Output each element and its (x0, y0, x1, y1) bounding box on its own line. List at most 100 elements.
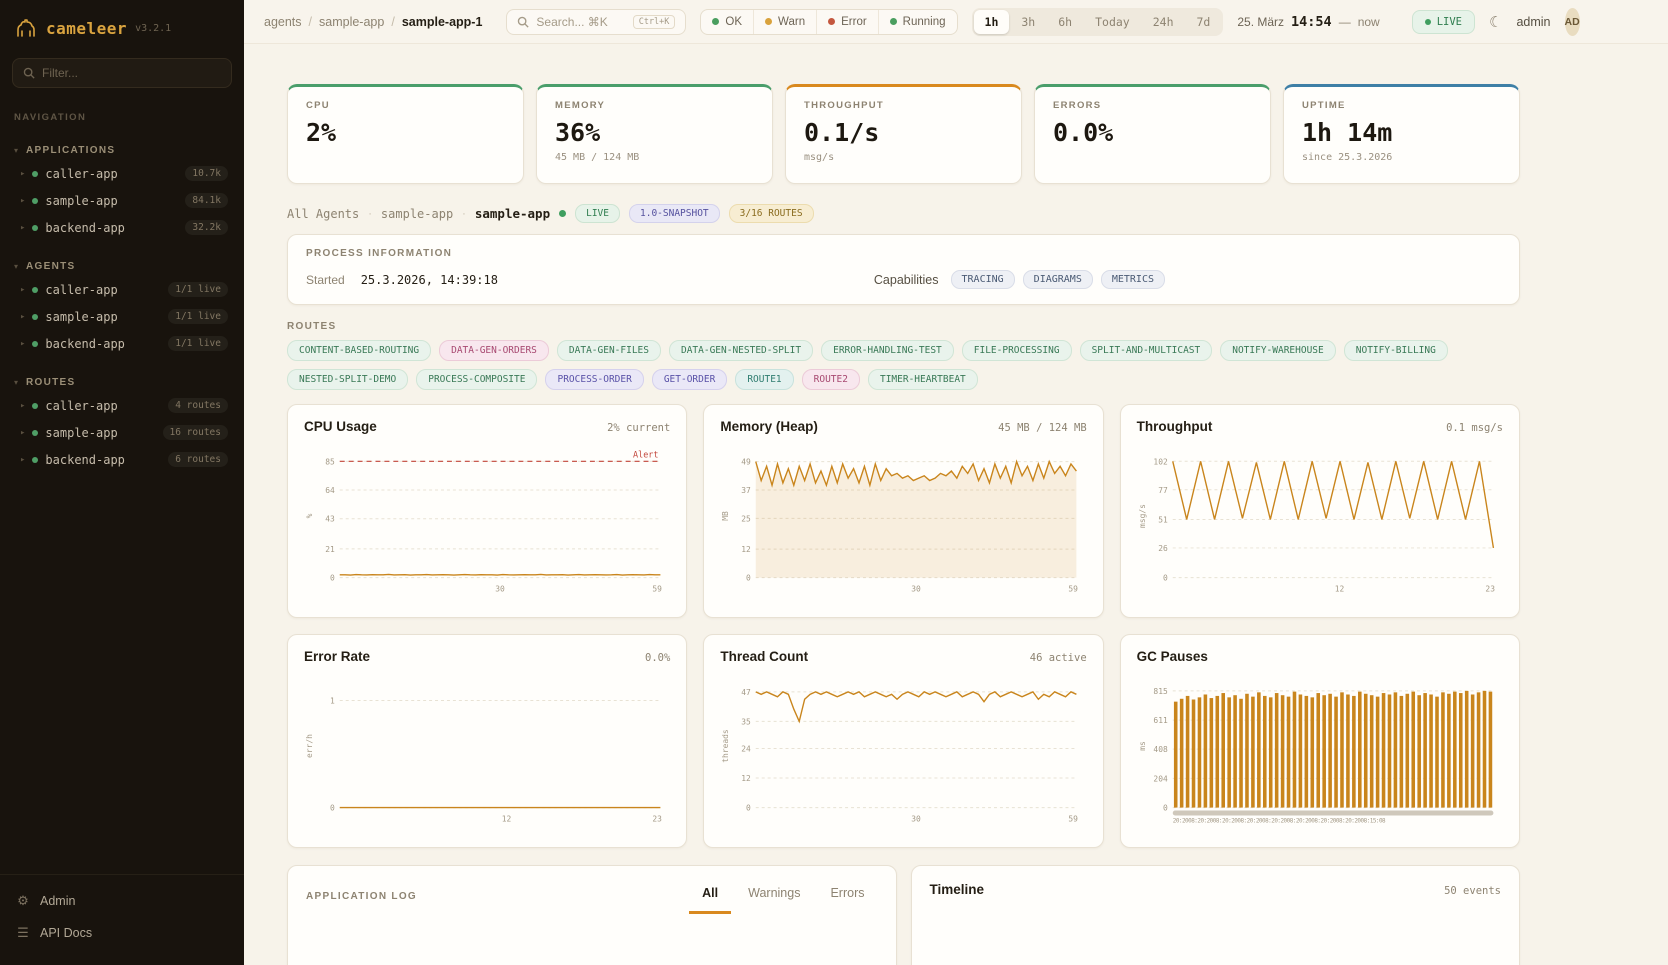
status-dot (32, 430, 38, 436)
svg-text:1: 1 (330, 697, 335, 706)
filter-running[interactable]: Running (879, 10, 957, 34)
sidebar-item-agents-caller-app[interactable]: ▸caller-app1/1 live (0, 276, 244, 303)
status-dot (712, 18, 719, 25)
item-badge: 32.2k (185, 220, 228, 235)
sidebar-item-agents-sample-app[interactable]: ▸sample-app1/1 live (0, 303, 244, 330)
filter-ok[interactable]: OK (701, 10, 754, 34)
chart-title: Thread Count (720, 649, 808, 664)
dark-mode-toggle-icon[interactable]: ☾ (1489, 13, 1502, 31)
section-label: APPLICATIONS (26, 145, 115, 156)
item-badge: 6 routes (168, 452, 228, 467)
range-button-3h[interactable]: 3h (1010, 10, 1046, 34)
svg-text:102: 102 (1153, 457, 1168, 466)
sidebar-item-agents-backend-app[interactable]: ▸backend-app1/1 live (0, 330, 244, 357)
filter-error[interactable]: Error (817, 10, 879, 34)
app-logo[interactable]: cameleer v3.2.1 (0, 0, 244, 48)
route-tag-get-order[interactable]: GET-ORDER (652, 369, 727, 390)
route-tag-process-order[interactable]: PROCESS-ORDER (545, 369, 643, 390)
route-tag-notify-billing[interactable]: NOTIFY-BILLING (1344, 340, 1448, 361)
route-tag-file-processing[interactable]: FILE-PROCESSING (962, 340, 1072, 361)
range-button-6h[interactable]: 6h (1047, 10, 1083, 34)
svg-text:37: 37 (742, 486, 752, 495)
avatar[interactable]: AD (1565, 8, 1580, 36)
sidebar-item-routes-sample-app[interactable]: ▸sample-app16 routes (0, 419, 244, 446)
route-tag-route1[interactable]: ROUTE1 (735, 369, 793, 390)
live-badge[interactable]: LIVE (1412, 10, 1475, 34)
agent-crumb-2: sample-app (475, 206, 550, 221)
sidebar-item-applications-caller-app[interactable]: ▸caller-app10.7k (0, 160, 244, 187)
chart-header: GC Pauses (1137, 649, 1503, 664)
item-label: caller-app (45, 283, 117, 297)
section-header-applications[interactable]: ▾ APPLICATIONS (0, 141, 244, 160)
agent-crumb-1[interactable]: sample-app (381, 207, 453, 221)
log-tab-warnings[interactable]: Warnings (735, 878, 813, 914)
admin-label: Admin (40, 894, 75, 908)
status-dot (828, 18, 835, 25)
log-tab-errors[interactable]: Errors (817, 878, 877, 914)
sidebar-item-applications-sample-app[interactable]: ▸sample-app84.1k (0, 187, 244, 214)
chart-card-gc-pauses: GC Pauses0204408611815ms20:2008:20:2008:… (1120, 634, 1520, 848)
sidebar-item-routes-caller-app[interactable]: ▸caller-app4 routes (0, 392, 244, 419)
svg-text:12: 12 (742, 774, 752, 783)
range-button-today[interactable]: Today (1084, 10, 1141, 34)
section-label: AGENTS (26, 261, 75, 272)
route-tag-nested-split-demo[interactable]: NESTED-SPLIT-DEMO (287, 369, 408, 390)
time-range-label[interactable]: 25. März 14:54 — now (1237, 14, 1379, 30)
live-label: LIVE (1437, 16, 1462, 28)
svg-text:23: 23 (1485, 584, 1495, 593)
route-tag-split-and-multicast[interactable]: SPLIT-AND-MULTICAST (1080, 340, 1213, 361)
chart-card-memory-heap: Memory (Heap)45 MB / 124 MB012253749MB30… (703, 404, 1103, 618)
chart-card-error-rate: Error Rate0.0% 01err/h1223 (287, 634, 687, 848)
breadcrumb-sample-app-1: sample-app-1 (402, 15, 483, 29)
chart-scrollbar[interactable] (1172, 811, 1493, 816)
log-tab-all[interactable]: All (689, 878, 731, 914)
chart-card-throughput: Throughput0.1 msg/s0265177102msg/s1223 (1120, 404, 1520, 618)
chart-card-cpu-usage: CPU Usage2% current021436485%Alert3059 (287, 404, 687, 618)
route-tag-process-composite[interactable]: PROCESS-COMPOSITE (416, 369, 537, 390)
range-button-7d[interactable]: 7d (1186, 10, 1222, 34)
route-tag-content-based-routing[interactable]: CONTENT-BASED-ROUTING (287, 340, 431, 361)
sidebar-item-admin[interactable]: ⚙ Admin (16, 887, 228, 915)
route-tag-route2[interactable]: ROUTE2 (802, 369, 860, 390)
filter-box (12, 58, 232, 88)
route-tag-timer-heartbeat[interactable]: TIMER-HEARTBEAT (868, 369, 978, 390)
svg-text:Alert: Alert (633, 449, 658, 459)
breadcrumb-sample-app[interactable]: sample-app (319, 15, 384, 29)
status-dot (32, 341, 38, 347)
filter-warn[interactable]: Warn (754, 10, 817, 34)
chart-header: Memory (Heap)45 MB / 124 MB (720, 419, 1086, 434)
sidebar-item-routes-backend-app[interactable]: ▸backend-app6 routes (0, 446, 244, 473)
section-header-agents[interactable]: ▾AGENTS (0, 257, 244, 276)
separator: · (368, 208, 372, 220)
section-header-routes[interactable]: ▾ROUTES (0, 373, 244, 392)
date-text: 25. März (1237, 15, 1284, 29)
svg-text:30: 30 (495, 584, 505, 593)
breadcrumb-agents[interactable]: agents (264, 15, 302, 29)
bottom-row: APPLICATION LOG AllWarningsErrors Timeli… (287, 865, 1520, 965)
range-button-24h[interactable]: 24h (1142, 10, 1185, 34)
chart-title: Error Rate (304, 649, 370, 664)
global-search[interactable]: Search... ⌘K Ctrl+K (506, 9, 686, 35)
route-tag-data-gen-nested-split[interactable]: DATA-GEN-NESTED-SPLIT (669, 340, 813, 361)
route-tag-notify-warehouse[interactable]: NOTIFY-WAREHOUSE (1220, 340, 1336, 361)
agent-crumb-0[interactable]: All Agents (287, 207, 359, 221)
svg-text:25: 25 (742, 514, 752, 523)
item-badge: 16 routes (163, 425, 228, 440)
chart-canvas: 01err/h1223 (304, 672, 670, 826)
sidebar-item-applications-backend-app[interactable]: ▸backend-app32.2k (0, 214, 244, 241)
chevron-right-icon: ▸ (20, 428, 25, 438)
chevron-down-icon: ▾ (14, 146, 18, 155)
route-tag-data-gen-files[interactable]: DATA-GEN-FILES (557, 340, 661, 361)
svg-text:20:2008:20:2008:20:2008:20:200: 20:2008:20:2008:20:2008:20:2008:20:2008:… (1172, 817, 1385, 824)
route-tag-error-handling-test[interactable]: ERROR-HANDLING-TEST (821, 340, 954, 361)
filter-input[interactable] (42, 66, 221, 80)
chart-header: Error Rate0.0% (304, 649, 670, 664)
chart-canvas: 012253749MB3059 (720, 442, 1086, 596)
range-button-1h[interactable]: 1h (974, 10, 1010, 34)
stat-value: 36% (555, 118, 754, 147)
filter-label: Error (841, 16, 867, 28)
badge-live: LIVE (575, 204, 620, 223)
route-tag-data-gen-orders[interactable]: DATA-GEN-ORDERS (439, 340, 549, 361)
svg-text:26: 26 (1158, 544, 1168, 553)
sidebar-item-api-docs[interactable]: ☰ API Docs (16, 919, 228, 947)
